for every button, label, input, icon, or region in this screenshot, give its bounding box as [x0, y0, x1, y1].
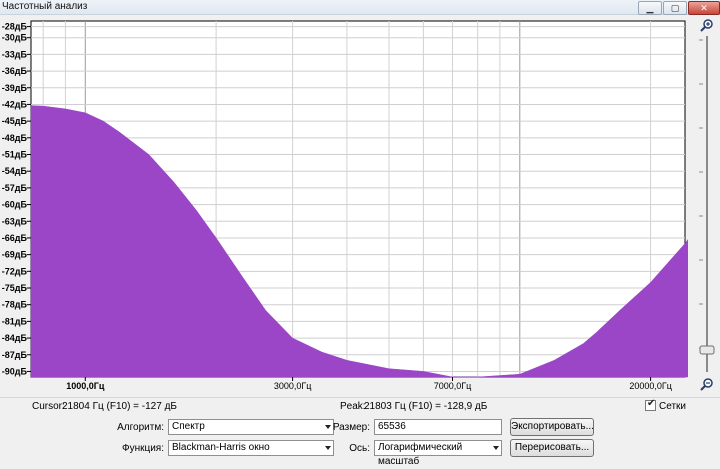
y-tick-label: -63дБ [2, 216, 28, 226]
y-tick-label: -54дБ [2, 166, 28, 176]
window-title: Частотный анализ [2, 1, 88, 12]
x-axis-ticks: 1000,0Гц 3000,0Гц 7000,0Гц 20000,0Гц [66, 377, 672, 391]
y-axis-ticks: -28дБ-30дБ -33дБ -36дБ -39дБ -42дБ -45дБ -48дБ… [2, 22, 31, 376]
y-tick-label: -57дБ [2, 183, 28, 193]
x-tick-label: 7000,0Гц [434, 381, 472, 391]
y-tick-label: -81дБ [2, 316, 28, 326]
algorithm-select[interactable]: Спектр [168, 419, 334, 435]
y-tick-label: -33дБ [2, 49, 28, 59]
vertical-zoom-slider[interactable] [697, 34, 717, 374]
y-tick-label: -51дБ [2, 150, 28, 160]
axis-value: Логарифмический масштаб [378, 442, 463, 467]
tick-marks [699, 39, 703, 349]
y-tick-label: -28дБ [2, 22, 28, 32]
cursor-value: 21804 Гц (F10) = -127 дБ [62, 401, 177, 412]
y-tick-label: -72дБ [2, 266, 28, 276]
y-tick-label: -45дБ [2, 116, 28, 126]
replot-button[interactable]: Перерисовать... [510, 439, 594, 457]
minimize-button[interactable]: ▁ [638, 1, 662, 15]
y-tick-label: -42дБ [2, 99, 28, 109]
separator [0, 397, 720, 398]
y-tick-label: -60дБ [2, 200, 28, 210]
export-button[interactable]: Экспортировать... [510, 418, 594, 436]
y-tick-label: -69дБ [2, 250, 28, 260]
size-input[interactable]: 65536 [374, 419, 502, 435]
zoom-in-icon[interactable] [700, 18, 714, 32]
function-value: Blackman-Harris окно [172, 442, 270, 453]
grid-checkbox[interactable] [645, 398, 656, 411]
close-button[interactable]: ✕ [688, 1, 720, 15]
y-tick-label: -39дБ [2, 83, 28, 93]
peak-value: 21803 Гц (F10) = -128,9 дБ [364, 401, 488, 412]
window-controls: ▁ ▢ ✕ [637, 0, 720, 15]
y-tick-label: -78дБ [2, 300, 28, 310]
algorithm-label: Алгоритм: [117, 422, 164, 433]
y-tick-label: -48дБ [2, 133, 28, 143]
x-tick-label: 20000,0Гц [629, 381, 672, 391]
y-tick-label: -66дБ [2, 233, 28, 243]
size-value: 65536 [378, 421, 406, 432]
slider-thumb[interactable] [699, 345, 715, 355]
spectrum-plot-area: -28дБ -30дБ -33дБ -36дБ -39дБ -42дБ -45дБ -48дБ… [0, 14, 720, 392]
axis-select[interactable]: Логарифмический масштаб [374, 440, 502, 467]
zoom-out-icon[interactable] [700, 377, 714, 391]
grid-checkbox-label[interactable]: Сетки [659, 401, 686, 412]
algorithm-value: Спектр [172, 421, 205, 432]
x-tick-label: 1000,0Гц [66, 381, 105, 391]
spectrum-chart[interactable]: -28дБ-30дБ -33дБ -36дБ -39дБ -42дБ -45дБ -48дБ… [0, 14, 720, 392]
function-select[interactable]: Blackman-Harris окно [168, 440, 334, 456]
function-label: Функция: [121, 443, 164, 454]
y-tick-label: -30дБ [2, 33, 28, 43]
y-tick-label: -75дБ [2, 283, 28, 293]
y-tick-label: -36дБ [2, 66, 28, 76]
y-tick-label: -87дБ [2, 350, 28, 360]
cursor-label: Cursor: [32, 401, 65, 412]
maximize-button[interactable]: ▢ [663, 1, 687, 15]
x-tick-label: 3000,0Гц [274, 381, 312, 391]
peak-label: Peak: [340, 401, 366, 412]
y-tick-label: -90дБ [2, 366, 28, 376]
axis-label: Ось: [349, 443, 370, 454]
chevron-down-icon [493, 446, 499, 450]
title-bar: Частотный анализ ▁ ▢ ✕ [0, 0, 720, 15]
size-label: Размер: [332, 422, 370, 433]
y-tick-label: -84дБ [2, 333, 28, 343]
